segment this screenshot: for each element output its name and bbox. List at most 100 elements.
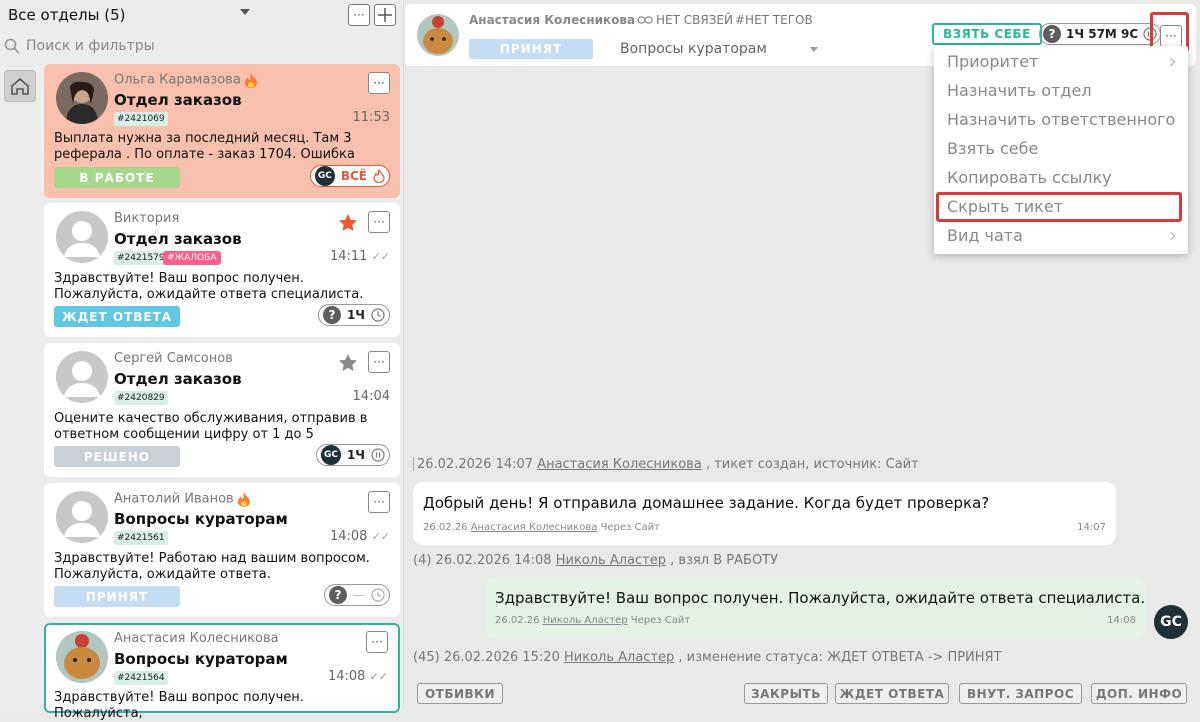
ellipsis-icon: ··· <box>373 215 385 229</box>
status-badge: ПРИНЯТ <box>54 586 180 607</box>
star-filled-icon[interactable] <box>338 213 358 233</box>
double-check-icon: ✓✓ <box>369 670 388 683</box>
card-menu-button[interactable]: ··· <box>366 631 388 653</box>
menu-item-chat-view[interactable]: Вид чата <box>947 226 1023 245</box>
avatar <box>56 72 108 124</box>
timer-label: 1Ч <box>346 308 365 322</box>
ticket-department: Отдел заказов <box>114 230 242 248</box>
internal-request-button[interactable]: ВНУТ. ЗАПРОС <box>959 683 1082 704</box>
templates-button[interactable]: ОТБИВКИ <box>417 683 503 704</box>
chevron-down-icon[interactable] <box>240 9 250 15</box>
department-selector[interactable]: Все отделы (5) <box>8 6 126 24</box>
message-time: 14:08 <box>1107 615 1136 626</box>
customer-name: Анастасия Колесникова <box>469 13 636 27</box>
status-badge: РЕШЕНО <box>54 446 180 467</box>
menu-item-copy-link[interactable]: Копировать ссылку <box>947 168 1112 187</box>
user-link[interactable]: Николь Аластер <box>564 650 674 665</box>
links-label: НЕТ СВЯЗЕЙ <box>656 13 733 27</box>
link-icon <box>637 16 653 24</box>
ticket-card[interactable]: Анатолий Иванов Вопросы кураторам #24215… <box>44 483 400 617</box>
ellipsis-icon: ··· <box>371 635 383 649</box>
system-event: 26.02.2026 14:07 Анастасия Колесникова ,… <box>417 457 919 472</box>
avatar <box>56 491 108 543</box>
timer-label: ВСЁ <box>340 169 367 183</box>
menu-item-assign-responsible[interactable]: Назначить ответственного <box>947 110 1175 129</box>
chevron-down-icon[interactable] <box>810 47 818 52</box>
message-text: Добрый день! Я отправила домашнее задани… <box>423 494 990 512</box>
timer-label: 1Ч <box>346 448 365 462</box>
menu-item-assign-dept[interactable]: Назначить отдел <box>947 81 1092 100</box>
more-info-button[interactable]: ДОП. ИНФО <box>1091 683 1187 704</box>
plus-icon <box>378 8 392 22</box>
card-menu-button[interactable]: ··· <box>368 491 390 513</box>
ticket-list-panel: Все отделы (5) ··· Поиск и фильтры Ольга… <box>0 0 404 721</box>
ticket-card[interactable]: Ольга Карамазова Отдел заказов #2421069 … <box>44 64 400 198</box>
user-link[interactable]: Анастасия Колесникова <box>537 457 702 472</box>
ticket-department: Вопросы кураторам <box>114 650 288 668</box>
star-icon[interactable] <box>338 353 358 373</box>
links-indicator[interactable]: НЕТ СВЯЗЕЙ <box>637 13 733 27</box>
ticket-card-selected[interactable]: Анастасия Колесникова Вопросы кураторам … <box>44 623 400 721</box>
ticket-time: 11:53 <box>352 110 390 125</box>
gc-badge-icon: GC <box>314 166 335 186</box>
user-link[interactable]: Анастасия Колесникова <box>471 522 598 533</box>
card-menu-button[interactable]: ··· <box>368 351 390 373</box>
ticket-id: #2421069 <box>114 112 168 126</box>
customer-name: Анастасия Колесникова <box>114 631 279 646</box>
clock-icon <box>371 588 385 602</box>
avatar <box>56 351 108 403</box>
search-input[interactable]: Поиск и фильтры <box>4 35 394 57</box>
ticket-card[interactable]: Виктория Отдел заказов #2421579 #ЖАЛОБА … <box>44 203 400 337</box>
department-select[interactable]: Вопросы кураторам <box>620 41 767 57</box>
timer-pill: GC 1Ч <box>315 444 390 466</box>
search-placeholder: Поиск и фильтры <box>26 38 155 54</box>
card-menu-button[interactable]: ··· <box>368 211 390 233</box>
flame-icon <box>237 492 250 507</box>
chat-panel: Анастасия Колесникова НЕТ СВЯЗЕЙ #НЕТ ТЕ… <box>405 0 1200 710</box>
ticket-timer: ? 1Ч 57М 9С <box>1039 23 1162 45</box>
tags-indicator[interactable]: #НЕТ ТЕГОВ <box>735 13 813 27</box>
message-meta: 26.02.26 Анастасия Колесникова Через Сай… <box>423 522 660 533</box>
double-check-icon: ✓✓ <box>371 530 390 543</box>
ticket-department: Отдел заказов <box>114 91 242 109</box>
menu-item-take[interactable]: Взять себе <box>947 139 1038 158</box>
ticket-context-menu: Приоритет Назначить отдел Назначить отве… <box>934 46 1188 254</box>
ellipsis-icon: ··· <box>373 76 385 90</box>
ticket-id: #2421579 <box>114 251 168 265</box>
timer-value: 1Ч 57М 9С <box>1066 27 1139 41</box>
chevron-right-icon <box>1166 231 1176 241</box>
more-options-button[interactable]: ··· <box>348 4 370 26</box>
timer-pill: ? 1Ч <box>317 304 390 326</box>
home-button[interactable] <box>4 70 36 102</box>
customer-message: Добрый день! Я отправила домашнее задани… <box>413 482 1116 545</box>
pause-icon <box>371 448 385 462</box>
close-ticket-button[interactable]: ЗАКРЫТЬ <box>744 683 828 704</box>
question-icon: ? <box>1043 25 1061 43</box>
avatar <box>56 631 108 683</box>
ticket-id: #2421564 <box>114 671 168 685</box>
ticket-message: Здравствуйте! Ваш вопрос получен. Пожалу… <box>54 271 364 302</box>
timer-pill: GC ВСЁ <box>309 165 390 187</box>
chevron-right-icon <box>1166 57 1176 67</box>
await-reply-button[interactable]: ЖДЕТ ОТВЕТА <box>835 683 949 704</box>
system-event: (4) 26.02.2026 14:08 Николь Аластер , вз… <box>413 553 779 568</box>
status-badge: ЖДЕТ ОТВЕТА <box>54 306 180 327</box>
add-ticket-button[interactable] <box>374 4 396 26</box>
customer-name: Ольга Карамазова <box>114 72 258 88</box>
user-link[interactable]: Николь Аластер <box>543 615 628 626</box>
customer-name: Сергей Самсонов <box>114 351 233 366</box>
menu-item-priority[interactable]: Приоритет <box>947 52 1038 71</box>
take-ticket-button[interactable]: ВЗЯТЬ СЕБЕ <box>932 23 1042 45</box>
ticket-card[interactable]: Сергей Самсонов Отдел заказов #2420829 ·… <box>44 343 400 477</box>
status-badge[interactable]: ПРИНЯТ <box>469 39 593 59</box>
search-icon <box>4 38 20 54</box>
user-link[interactable]: Николь Аластер <box>556 553 666 568</box>
message-meta: 26.02.26 Николь Аластер Через Сайт <box>495 615 691 626</box>
ticket-time: 14:11 ✓✓ <box>329 249 390 264</box>
question-icon: ? <box>329 586 347 604</box>
ticket-message: Выплата нужна за последний месяц. Там 3 … <box>54 131 355 162</box>
card-menu-button[interactable]: ··· <box>368 72 390 94</box>
system-event: (45) 26.02.2026 15:20 Николь Аластер , и… <box>413 650 1002 665</box>
complaint-tag[interactable]: #ЖАЛОБА <box>163 251 221 265</box>
message-time: 14:07 <box>1077 522 1106 533</box>
